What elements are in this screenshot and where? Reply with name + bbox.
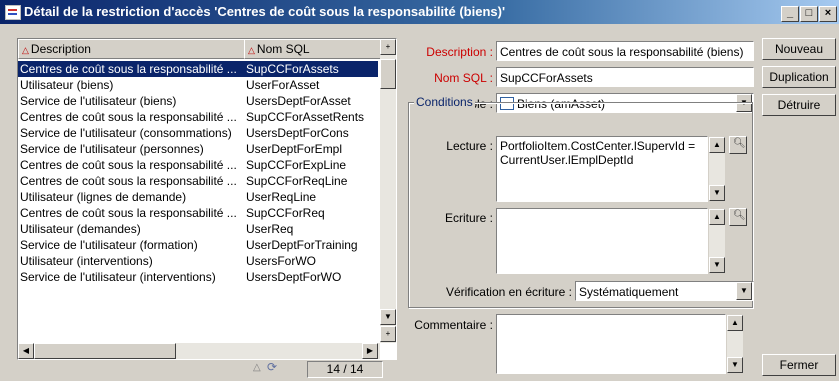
description-field[interactable]: Centres de coût sous la responsabilité (… <box>496 41 754 61</box>
search-icon[interactable]: 🔍︎ <box>729 136 747 154</box>
cell-sql-name: SupCCForReq <box>246 206 325 220</box>
new-button[interactable]: Nouveau <box>762 38 836 60</box>
scroll-down-icon[interactable]: ▼ <box>709 185 725 201</box>
record-counter: 14 / 14 <box>307 361 383 378</box>
table-row[interactable]: Service de l'utilisateur (biens) UsersDep… <box>18 93 378 109</box>
cell-description: Utilisateur (interventions) <box>20 254 153 268</box>
cell-description: Utilisateur (demandes) <box>20 222 141 236</box>
table-row[interactable]: Centres de coût sous la responsabilité .… <box>18 205 378 221</box>
verification-combo[interactable]: Systématiquement <box>575 281 754 301</box>
hscroll-thumb[interactable] <box>34 343 176 359</box>
title-bar: Détail de la restriction d'accès 'Centre… <box>0 0 839 24</box>
cell-sql-name: SupCCForAssetRents <box>246 110 365 124</box>
cell-sql-name: UserForAsset <box>246 78 320 92</box>
cell-description: Utilisateur (lignes de demande) <box>20 190 187 204</box>
cell-sql-name: UsersDeptForCons <box>246 126 349 140</box>
cell-sql-name: UsersDeptForAsset <box>246 94 351 108</box>
commentaire-scrollbar[interactable]: ▲ ▼ <box>727 315 743 373</box>
sort-triangle-icon: △ <box>253 362 261 373</box>
scroll-right-icon[interactable]: ▶ <box>362 343 378 359</box>
window-title: Détail de la restriction d'accès 'Centre… <box>24 4 506 19</box>
table-row[interactable]: Utilisateur (biens) UserForAsset <box>18 77 378 93</box>
cell-sql-name: UserDeptForTraining <box>246 238 358 252</box>
delete-button[interactable]: Détruire <box>762 94 836 116</box>
list-header: △ Description △ Nom SQL <box>18 39 382 59</box>
description-label: Description : <box>426 45 493 59</box>
ecriture-scrollbar[interactable]: ▲ ▼ <box>709 209 725 273</box>
table-row[interactable]: Utilisateur (interventions) UsersForWO <box>18 253 378 269</box>
list-status-bar: △ ⟳ 14 / 14 <box>17 360 395 378</box>
table-row[interactable]: Service de l'utilisateur (formation) User… <box>18 237 378 253</box>
sql-name-label: Nom SQL : <box>434 71 493 85</box>
table-row[interactable]: Utilisateur (demandes) UserReq <box>18 221 378 237</box>
scroll-up-icon[interactable]: ▲ <box>727 315 743 331</box>
cell-sql-name: UserDeptForEmpl <box>246 142 343 156</box>
commentaire-label: Commentaire : <box>414 318 493 332</box>
cell-description: Centres de coût sous la responsabilité .… <box>20 110 237 124</box>
cell-description: Service de l'utilisateur (consommations) <box>20 126 232 140</box>
table-row[interactable]: Service de l'utilisateur (consommations)… <box>18 125 378 141</box>
refresh-icon[interactable]: ⟳ <box>267 360 277 374</box>
cell-description: Centres de coût sous la responsabilité .… <box>20 206 237 220</box>
cell-description: Service de l'utilisateur (personnes) <box>20 142 204 156</box>
lecture-label: Lecture : <box>446 139 493 153</box>
cell-description: Service de l'utilisateur (interventions) <box>20 270 216 284</box>
table-row[interactable]: Centres de coût sous la responsabilité .… <box>18 157 378 173</box>
scroll-up-icon[interactable]: ▲ <box>709 209 725 225</box>
search-icon[interactable]: 🔍︎ <box>729 208 747 226</box>
cell-description: Utilisateur (biens) <box>20 78 114 92</box>
table-row[interactable]: Centres de coût sous la responsabilité .… <box>18 173 378 189</box>
ecriture-field[interactable] <box>496 208 708 274</box>
column-header-description[interactable]: △ Description <box>18 39 245 59</box>
duplicate-button[interactable]: Duplication <box>762 66 836 88</box>
cell-sql-name: SupCCForReqLine <box>246 174 348 188</box>
table-row[interactable]: Centres de coût sous la responsabilité .… <box>18 61 378 77</box>
restriction-list[interactable]: △ Description △ Nom SQL Centres de coût so… <box>17 38 397 360</box>
column-header-sql-name[interactable]: △ Nom SQL <box>244 39 382 59</box>
cell-sql-name: UserReq <box>246 222 294 236</box>
scroll-down-icon[interactable]: ▼ <box>709 257 725 273</box>
maximize-button[interactable]: □ <box>800 6 818 22</box>
conditions-group <box>408 102 753 308</box>
sort-triangle-icon: △ <box>248 45 255 55</box>
lecture-scrollbar[interactable]: ▲ ▼ <box>709 137 725 201</box>
list-horizontal-scrollbar[interactable]: ◀ ▶ <box>18 343 380 359</box>
commentaire-field[interactable] <box>496 314 726 374</box>
conditions-label: Conditions <box>414 95 475 109</box>
cell-sql-name: UserReqLine <box>246 190 317 204</box>
cell-description: Service de l'utilisateur (formation) <box>20 238 198 252</box>
cell-sql-name: SupCCForExpLine <box>246 158 347 172</box>
scroll-end-icon[interactable]: + <box>380 326 396 342</box>
window-icon <box>5 5 21 20</box>
close-button[interactable]: × <box>819 6 837 22</box>
list-vertical-scrollbar[interactable]: + ▼ + <box>380 39 396 343</box>
lecture-field[interactable]: PortfolioItem.CostCenter.lSupervId = Cur… <box>496 136 708 202</box>
scroll-down-icon[interactable]: ▼ <box>380 309 396 325</box>
table-row[interactable]: Utilisateur (lignes de demande) UserReqLi… <box>18 189 378 205</box>
sort-triangle-icon: △ <box>22 45 29 55</box>
cell-description: Centres de coût sous la responsabilité .… <box>20 174 237 188</box>
scroll-thumb[interactable] <box>380 59 396 89</box>
table-row[interactable]: Service de l'utilisateur (personnes) User… <box>18 141 378 157</box>
scroll-down-icon[interactable]: ▼ <box>727 357 743 373</box>
minimize-button[interactable]: _ <box>781 6 799 22</box>
scroll-up-icon[interactable]: ▲ <box>709 137 725 153</box>
cell-sql-name: UsersForWO <box>246 254 316 268</box>
cell-description: Centres de coût sous la responsabilité .… <box>20 158 237 172</box>
table-row[interactable]: Service de l'utilisateur (interventions)… <box>18 269 378 285</box>
cell-sql-name: UsersDeptForWO <box>246 270 342 284</box>
cell-description: Service de l'utilisateur (biens) <box>20 94 177 108</box>
scroll-up-icon[interactable]: + <box>380 39 396 55</box>
ecriture-label: Ecriture : <box>444 211 493 225</box>
close-form-button[interactable]: Fermer <box>762 354 836 376</box>
sql-name-field[interactable]: SupCCForAssets <box>496 67 754 87</box>
table-row[interactable]: Centres de coût sous la responsabilité .… <box>18 109 378 125</box>
verification-label: Vérification en écriture : <box>445 285 572 299</box>
scroll-left-icon[interactable]: ◀ <box>18 343 34 359</box>
chevron-down-icon[interactable]: ▼ <box>736 282 752 300</box>
cell-description: Centres de coût sous la responsabilité .… <box>20 62 237 76</box>
cell-sql-name: SupCCForAssets <box>246 62 339 76</box>
